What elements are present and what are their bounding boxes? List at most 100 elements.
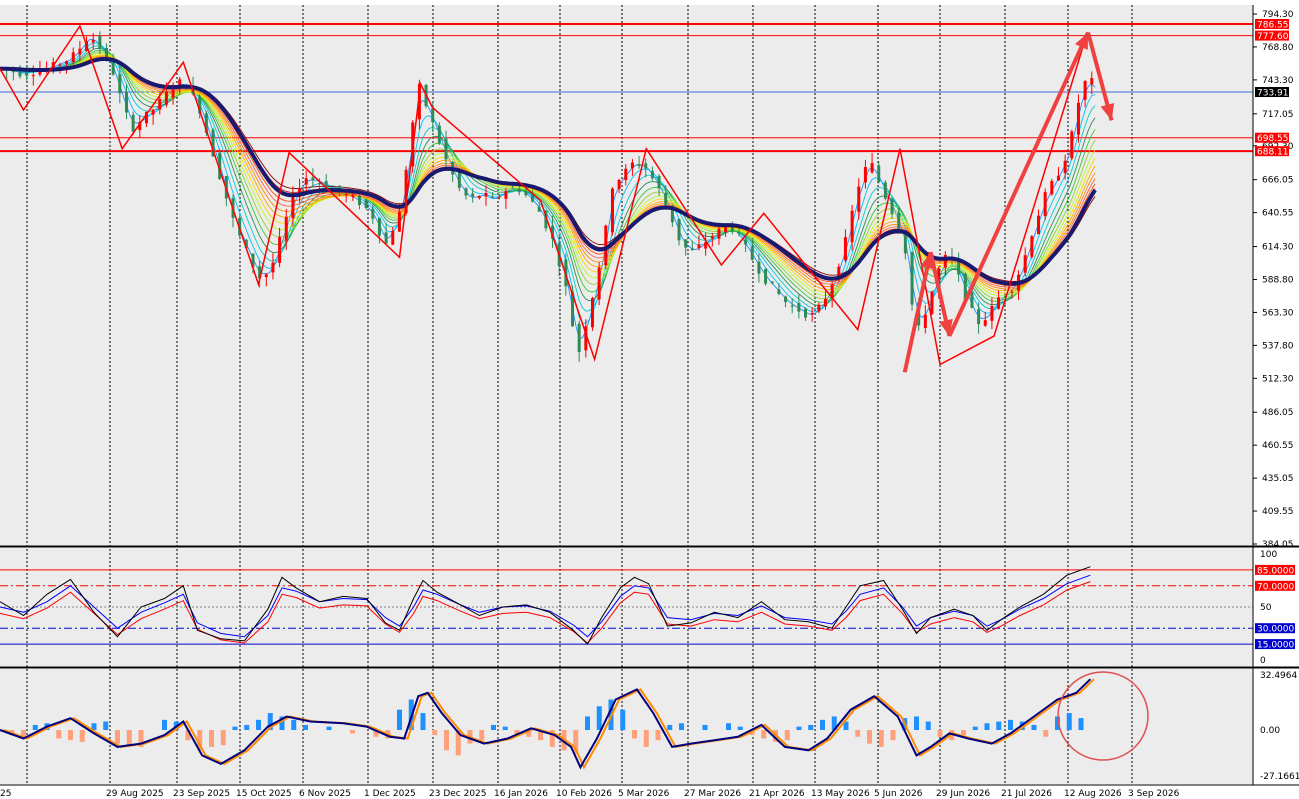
y-tick-label: 384.05 <box>1262 540 1294 550</box>
candle-body <box>311 177 315 181</box>
candle-body <box>843 237 847 261</box>
price-level-tag: 688.11 <box>1255 146 1289 158</box>
macd-histogram-bar <box>1031 724 1037 731</box>
candle-body <box>990 305 994 321</box>
macd-histogram-bar <box>679 723 684 731</box>
y-tick-label: 743.30 <box>1262 76 1294 86</box>
candle-body <box>304 178 308 185</box>
macd-histogram-bar <box>256 719 261 731</box>
macd-histogram-bar <box>1043 730 1049 737</box>
x-tick-label: 25 <box>0 789 11 799</box>
candle-body <box>504 191 508 199</box>
x-tick-label: 1 Dec 2025 <box>364 789 416 799</box>
y-tick-label: 537.80 <box>1262 341 1294 351</box>
candle-body <box>397 211 401 232</box>
candle-body <box>1043 192 1047 216</box>
candle-body <box>171 89 175 98</box>
macd-histogram-bar <box>502 726 508 731</box>
candle-body <box>857 186 861 212</box>
x-tick-label: 13 May 2026 <box>811 789 870 799</box>
candle-body <box>1083 81 1087 100</box>
candle-body <box>797 303 801 312</box>
macd-histogram-bar <box>996 721 1002 731</box>
macd-histogram-bar <box>220 730 226 746</box>
x-tick-label: 5 Mar 2026 <box>618 789 670 799</box>
y-tick-label: 768.80 <box>1262 43 1294 53</box>
candle-body <box>105 47 109 58</box>
candle-body <box>677 218 681 241</box>
macd-histogram-bar <box>126 730 132 746</box>
candle-body <box>1023 255 1027 273</box>
macd-histogram-bar <box>479 730 485 741</box>
candle-body <box>151 109 155 115</box>
candle <box>597 262 601 306</box>
macd-histogram-bar <box>1008 719 1013 731</box>
candle <box>610 187 614 236</box>
candle-body <box>637 164 641 167</box>
price-level-tag: 733.91 <box>1255 87 1289 99</box>
macd-histogram-bar <box>326 726 332 731</box>
macd-histogram-bar <box>1066 713 1072 731</box>
candle-body <box>164 91 168 105</box>
candle-body <box>357 195 361 206</box>
macd-histogram-bar <box>984 723 990 731</box>
x-tick-label: 27 Mar 2026 <box>684 789 741 799</box>
macd-y-tick-label: 0.00 <box>1260 726 1280 736</box>
macd-y-tick-label: 32.4964 <box>1260 671 1297 681</box>
candle-body <box>71 52 75 63</box>
candle-body <box>744 239 748 245</box>
candle <box>1030 235 1034 259</box>
candle-body <box>617 179 621 189</box>
macd-histogram-bar <box>702 724 708 731</box>
candle-body <box>25 71 29 76</box>
candle <box>910 251 914 311</box>
macd-panel[interactable] <box>0 669 1253 784</box>
candle-body <box>590 298 594 328</box>
candle-body <box>644 163 648 169</box>
y-tick-label: 409.55 <box>1262 507 1294 517</box>
macd-histogram-bar <box>726 723 731 731</box>
x-tick-label: 12 Aug 2026 <box>1064 789 1122 799</box>
price-tag-label: 786.55 <box>1257 21 1289 31</box>
candle-body <box>863 167 867 183</box>
candle-body <box>870 163 874 173</box>
x-tick-label: 15 Oct 2025 <box>236 789 292 799</box>
macd-histogram-bar <box>585 716 590 731</box>
trading-chart: 794.30768.80743.30717.05692.30666.05640.… <box>0 0 1299 799</box>
candle-body <box>784 296 788 303</box>
candle-body <box>997 297 1001 309</box>
candle-body <box>804 308 808 318</box>
macd-histogram-bar <box>867 730 872 744</box>
x-tick-label: 23 Dec 2025 <box>429 789 487 799</box>
osc-tag-label: 85.0000 <box>1257 566 1294 576</box>
candle-body <box>124 92 128 113</box>
candle-body <box>377 218 381 236</box>
candle-body <box>890 199 894 214</box>
candle-body <box>790 305 794 307</box>
candle-body <box>903 232 907 254</box>
candle-body <box>457 171 461 188</box>
macd-histogram-bar <box>291 719 297 731</box>
macd-histogram-bar <box>103 721 109 731</box>
candle <box>930 290 934 316</box>
y-tick-label: 460.55 <box>1262 441 1294 451</box>
candle-body <box>65 61 69 65</box>
candle-body <box>1070 131 1074 159</box>
macd-histogram-bar <box>632 730 637 739</box>
macd-histogram-bar <box>56 730 62 739</box>
price-level-tag: 786.55 <box>1255 19 1289 31</box>
candle-body <box>517 188 521 193</box>
candle-body <box>1090 78 1094 85</box>
macd-histogram-bar <box>68 730 73 741</box>
candle-body <box>178 79 182 86</box>
candle-body <box>264 274 268 278</box>
y-tick-label: 512.30 <box>1262 374 1294 384</box>
candle-body <box>710 236 714 239</box>
candle-body <box>577 323 581 353</box>
candle-body <box>1056 175 1060 181</box>
osc-tag-label: 70.0000 <box>1257 582 1294 592</box>
candle-body <box>1050 181 1054 195</box>
candle-body <box>31 75 35 77</box>
x-tick-label: 29 Aug 2025 <box>106 789 164 799</box>
macd-histogram-bar <box>961 730 966 736</box>
